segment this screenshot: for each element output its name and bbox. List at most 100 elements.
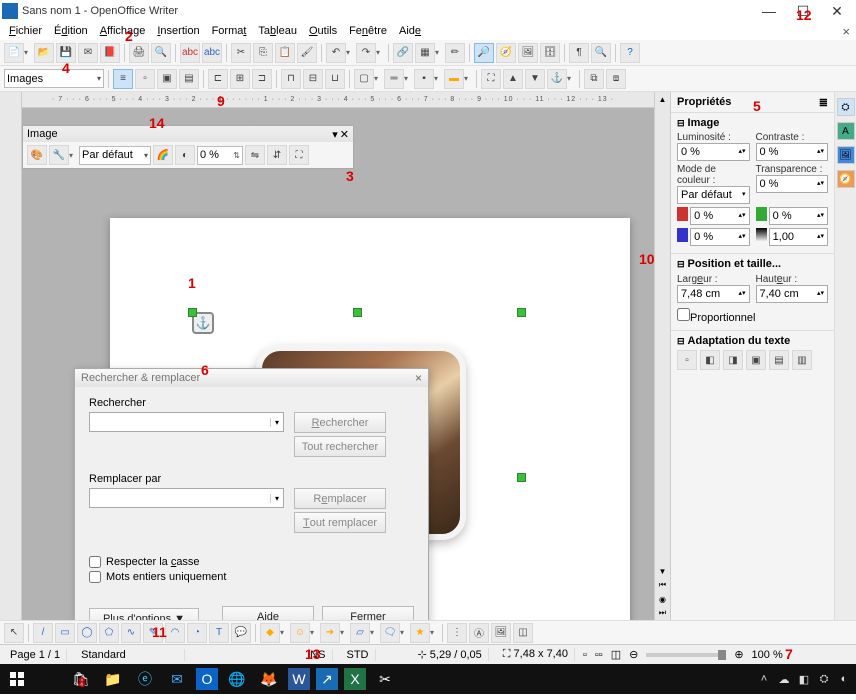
section-wrap-title[interactable]: Adaptation du texte	[677, 335, 828, 347]
copy-button[interactable]: ⎘	[253, 43, 273, 63]
paste-button[interactable]: 📋	[275, 43, 295, 63]
red-input[interactable]: 0 %▴▾	[690, 207, 749, 225]
word-icon[interactable]: W	[288, 668, 310, 690]
prev-page-icon[interactable]: ⏮	[656, 578, 670, 592]
gallery-button[interactable]: 🖼	[518, 43, 538, 63]
cut-button[interactable]: ✂	[231, 43, 251, 63]
draw-toggle-button[interactable]: ✏	[445, 43, 465, 63]
help-button[interactable]: ?	[620, 43, 640, 63]
arrow-shapes-tool[interactable]: ➜	[320, 623, 340, 643]
dialog-close-icon[interactable]: ×	[415, 371, 422, 385]
menu-edit[interactable]: Édition	[49, 24, 93, 38]
pdf-button[interactable]: 📕	[100, 43, 120, 63]
wrap-optimal-button[interactable]: ▥	[792, 350, 812, 370]
menu-tools[interactable]: Outils	[304, 24, 342, 38]
spellcheck-button[interactable]: abc	[180, 43, 200, 63]
wrap-parallel-button[interactable]: ▣	[746, 350, 766, 370]
mail-icon[interactable]: ✉	[164, 666, 190, 692]
align-r-button[interactable]: ⊐	[252, 69, 272, 89]
brightness-input[interactable]: 0 %▴▾	[677, 143, 750, 161]
menu-window[interactable]: Fenêtre	[344, 24, 392, 38]
symbol-shapes-tool[interactable]: ☺	[290, 623, 310, 643]
find-button[interactable]: 🔎	[474, 43, 494, 63]
status-std[interactable]: STD	[341, 649, 376, 661]
format-paint-button[interactable]: 🖌	[297, 43, 317, 63]
replace-all-button[interactable]: Tout remplacer	[294, 512, 386, 533]
zoom-in-icon[interactable]: ⊕	[734, 648, 743, 661]
wrap-page-button[interactable]: ▣	[157, 69, 177, 89]
tray-up-icon[interactable]: ˄	[756, 671, 772, 687]
anchor-button[interactable]: ⚓	[547, 69, 567, 89]
new-doc-button[interactable]: 📄	[4, 43, 24, 63]
search-button[interactable]: Rechercher	[294, 412, 386, 433]
image-color-button[interactable]: 🌈	[153, 145, 173, 165]
points-tool[interactable]: ⋮	[447, 623, 467, 643]
vertical-ruler[interactable]	[0, 92, 22, 620]
search-all-button[interactable]: Tout rechercher	[294, 436, 386, 457]
align-m-button[interactable]: ⊟	[303, 69, 323, 89]
cortana-icon[interactable]	[36, 666, 62, 692]
tray-settings-icon[interactable]: ⛭	[816, 671, 832, 687]
wrap-none-button[interactable]: ▫	[677, 350, 697, 370]
freeform-tool[interactable]: ✎	[143, 623, 163, 643]
send-back-button[interactable]: ▼	[525, 69, 545, 89]
email-button[interactable]: ✉	[78, 43, 98, 63]
zoom-out-icon[interactable]: ⊖	[629, 648, 638, 661]
vertical-scrollbar[interactable]: ▲ ▼ ⏮ ◉ ⏭	[654, 92, 670, 620]
document-canvas[interactable]: Image ▾ ✕ 🎨 🔧▾ Par défaut▾ 🌈 ◐ 0 %⇅	[22, 108, 654, 620]
menu-file[interactable]: Fichier	[4, 24, 47, 38]
flowchart-tool[interactable]: ▱	[350, 623, 370, 643]
menu-insert[interactable]: Insertion	[152, 24, 204, 38]
view-book-icon[interactable]: ◫	[611, 648, 621, 661]
green-input[interactable]: 0 %▴▾	[769, 207, 828, 225]
image-tool-button[interactable]: 🔧	[49, 145, 69, 165]
sidebar-tab-navigator[interactable]: 🧭	[837, 170, 855, 188]
align-h-button[interactable]: ⊏	[208, 69, 228, 89]
next-page-icon[interactable]: ⏭	[656, 606, 670, 620]
document-close-icon[interactable]: ×	[842, 24, 850, 39]
wrap-after-button[interactable]: ◨	[723, 350, 743, 370]
sidebar-tab-properties[interactable]: ⛭	[837, 98, 855, 116]
resize-handle-tr[interactable]	[517, 308, 526, 317]
rect-tool[interactable]: ▭	[55, 623, 75, 643]
gamma-input[interactable]: 1,00▴▾	[769, 228, 828, 246]
zoom-slider[interactable]	[646, 653, 726, 657]
view-single-icon[interactable]: ▫	[583, 649, 587, 661]
align-b-button[interactable]: ⊔	[325, 69, 345, 89]
from-file-tool[interactable]: 🖼	[491, 623, 511, 643]
wrap-off-button[interactable]: ▫	[135, 69, 155, 89]
align-left-button[interactable]: ≡	[113, 69, 133, 89]
replace-button[interactable]: Remplacer	[294, 488, 386, 509]
resize-handle-tl[interactable]	[188, 308, 197, 317]
minimize-button[interactable]: —	[752, 1, 786, 21]
bring-front-button[interactable]: ▲	[503, 69, 523, 89]
edge-icon[interactable]: ⓔ	[132, 666, 158, 692]
arc-tool[interactable]: ◠	[165, 623, 185, 643]
explorer-icon[interactable]: 📁	[100, 666, 126, 692]
height-input[interactable]: 7,40 cm▴▾	[756, 285, 829, 303]
frame-props-button[interactable]: ⛶	[481, 69, 501, 89]
section-image-title[interactable]: Image	[677, 117, 828, 129]
tray-cloud-icon[interactable]: ☁	[776, 671, 792, 687]
scroll-down-icon[interactable]: ▼	[656, 564, 670, 578]
tray-unknown-icon[interactable]: ◐	[836, 671, 852, 687]
search-input[interactable]: ▾	[89, 412, 284, 432]
contrast-input[interactable]: 0 %▴▾	[756, 143, 829, 161]
outlook-icon[interactable]: O	[196, 668, 218, 690]
autospell-button[interactable]: abc	[202, 43, 222, 63]
border-color-button[interactable]: ▪	[414, 69, 434, 89]
border-button[interactable]: ▢	[354, 69, 374, 89]
zoom-button[interactable]: 🔍	[591, 43, 611, 63]
menu-help[interactable]: Aide	[394, 24, 426, 38]
status-page[interactable]: Page 1 / 1	[4, 649, 67, 661]
resize-handle-mr[interactable]	[517, 473, 526, 482]
basic-shapes-tool[interactable]: ◆	[260, 623, 280, 643]
scroll-up-icon[interactable]: ▲	[656, 92, 670, 106]
menu-view[interactable]: Affichage	[95, 24, 151, 38]
image-toolbar-dock-icon[interactable]: ▾	[332, 128, 338, 141]
chrome-icon[interactable]: 🌐	[224, 666, 250, 692]
preview-button[interactable]: 🔍	[151, 43, 171, 63]
wrap-through-button-side[interactable]: ▤	[769, 350, 789, 370]
menu-format[interactable]: Format	[207, 24, 252, 38]
line-tool[interactable]: /	[33, 623, 53, 643]
